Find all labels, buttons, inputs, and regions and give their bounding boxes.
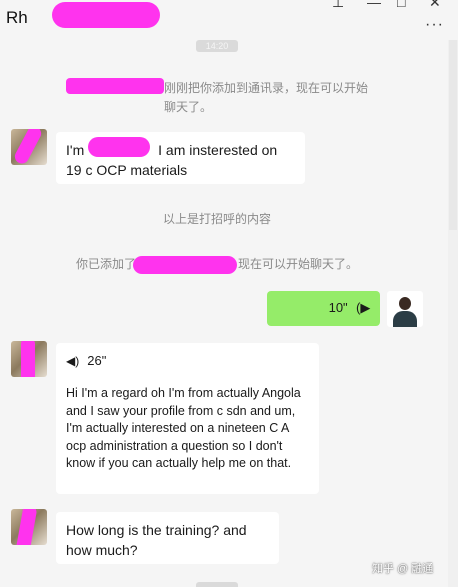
title-bar: Rh ⊥ — □ ✕ ··· bbox=[0, 0, 458, 40]
system-message-greeting-note: 以上是打招呼的内容 bbox=[163, 212, 272, 226]
system-message-suffix: 现在可以开始聊天了。 bbox=[238, 257, 359, 271]
self-avatar[interactable] bbox=[387, 291, 423, 327]
redaction-mark bbox=[14, 509, 38, 545]
close-button[interactable]: ✕ bbox=[429, 0, 441, 11]
redaction-mark bbox=[52, 2, 160, 28]
contact-avatar[interactable] bbox=[11, 509, 47, 545]
voice-duration: 26" bbox=[87, 353, 107, 368]
more-options-button[interactable]: ··· bbox=[425, 16, 444, 34]
scroll-thumb[interactable] bbox=[449, 40, 457, 230]
voice-duration: 10" bbox=[328, 300, 348, 315]
greeting-prefix: I'm bbox=[66, 142, 85, 158]
contact-avatar[interactable] bbox=[11, 341, 47, 377]
pin-button[interactable]: ⊥ bbox=[332, 0, 344, 11]
scrollbar[interactable] bbox=[448, 40, 458, 587]
maximize-button[interactable]: □ bbox=[397, 0, 405, 10]
redaction-mark bbox=[21, 341, 35, 377]
system-message-text: 刚刚把你添加到通讯录，现在可以开始聊天了。 bbox=[164, 81, 369, 114]
incoming-voice-message[interactable]: ◀) 26" Hi I'm a regard oh I'm from actua… bbox=[56, 343, 319, 494]
redaction-mark bbox=[88, 137, 150, 157]
redaction-mark bbox=[133, 256, 237, 274]
outgoing-voice-message[interactable]: 10" ◀) bbox=[267, 291, 380, 326]
redaction-mark bbox=[12, 129, 44, 165]
chat-title: Rh bbox=[6, 8, 28, 27]
timestamp: 14:20 bbox=[196, 40, 238, 52]
question-text: How long is the training? and how much? bbox=[66, 522, 247, 558]
system-message-added: 刚刚把你添加到通讯录，现在可以开始聊天了。 bbox=[68, 79, 378, 117]
message-bubble-question[interactable]: How long is the training? and how much? bbox=[56, 512, 279, 564]
system-message-prefix: 你已添加了 bbox=[76, 257, 137, 271]
contact-avatar[interactable] bbox=[11, 129, 47, 165]
watermark: 知乎 @ 融通 bbox=[372, 563, 434, 575]
voice-transcript: Hi I'm a regard oh I'm from actually Ang… bbox=[66, 386, 301, 470]
timestamp bbox=[196, 582, 238, 587]
minimize-button[interactable]: — bbox=[367, 0, 381, 10]
voice-wave-icon: ◀) bbox=[66, 354, 80, 368]
voice-wave-icon: ◀) bbox=[355, 300, 370, 315]
